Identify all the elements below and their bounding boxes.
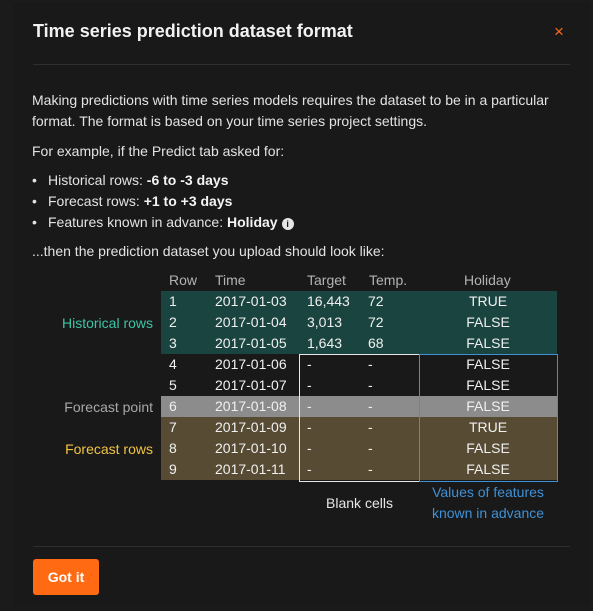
modal-title: Time series prediction dataset format [33, 21, 353, 41]
table-cell-row: 2 [169, 314, 177, 330]
header-divider [33, 64, 570, 65]
forecast-rows-label: Forecast rows [65, 441, 153, 457]
forecast-point-label: Forecast point [64, 399, 153, 415]
list-item: • Features known in advance: Holiday i [32, 212, 294, 233]
table-cell-time: 2017-01-11 [215, 461, 286, 477]
bullet-value: Holiday [227, 214, 278, 230]
table-cell-temp: 68 [368, 335, 384, 351]
table-row: 3 2017-01-05 1,643 68 FALSE [161, 333, 557, 354]
table-row: 1 2017-01-03 16,443 72 TRUE [161, 291, 557, 312]
table-cell-target: 3,013 [307, 314, 343, 330]
table-cell-holiday: TRUE [468, 293, 508, 309]
historical-rows-label: Historical rows [61, 315, 153, 331]
table-cell-row: 6 [169, 398, 177, 414]
got-it-button[interactable]: Got it [33, 559, 99, 595]
column-header-temp: Temp. [369, 272, 408, 288]
table-cell-row: 5 [169, 377, 177, 393]
table-cell-temp: 72 [368, 314, 384, 330]
table-cell-temp: 72 [368, 293, 384, 309]
table-cell-row: 9 [169, 461, 177, 477]
example-dataset-table: Row Time Target Temp. Holiday 1 2017-01-0… [13, 268, 590, 528]
table-cell-row: 8 [169, 440, 177, 456]
blank-cells-caption: Blank cells [326, 495, 393, 511]
then-text: ...then the prediction dataset you uploa… [32, 243, 385, 259]
bullet-label: Features known in advance: [48, 214, 227, 230]
footer-divider [33, 546, 570, 547]
bullet-label: Historical rows: [48, 172, 147, 188]
table-row: 2 2017-01-04 3,013 72 FALSE [161, 312, 557, 333]
column-header-target: Target [307, 272, 346, 288]
bullet-value: +1 to +3 days [143, 193, 233, 209]
blank-cells-outline [299, 354, 420, 482]
table-cell-time: 2017-01-10 [215, 440, 287, 456]
bullet-value: -6 to -3 days [146, 172, 229, 188]
info-icon[interactable]: i [281, 218, 294, 230]
dataset-format-modal: Time series prediction dataset format × … [13, 2, 590, 607]
known-in-advance-outline [419, 354, 558, 482]
column-header-time: Time [215, 272, 246, 288]
bullet-label: Forecast rows: [48, 193, 144, 209]
column-header-holiday: Holiday [464, 272, 511, 288]
table-cell-target: 1,643 [307, 335, 343, 351]
table-cell-time: 2017-01-03 [215, 293, 287, 309]
table-cell-time: 2017-01-05 [215, 335, 287, 351]
intro-paragraph: Making predictions with time series mode… [32, 92, 549, 129]
example-lead-text: For example, if the Predict tab asked fo… [32, 143, 285, 159]
table-cell-row: 4 [169, 356, 177, 372]
table-cell-time: 2017-01-08 [215, 398, 287, 414]
settings-list: • Historical rows: -6 to -3 days • Forecas… [32, 170, 294, 233]
table-cell-target: 16,443 [307, 293, 350, 309]
known-in-advance-caption-line1: Values of features [432, 484, 544, 500]
table-cell-time: 2017-01-09 [215, 419, 287, 435]
table-cell-time: 2017-01-06 [215, 356, 287, 372]
table-cell-holiday: FALSE [466, 335, 510, 351]
table-cell-time: 2017-01-07 [215, 377, 287, 393]
table-cell-time: 2017-01-04 [215, 314, 287, 330]
known-in-advance-caption-line2: known in advance [431, 505, 545, 521]
column-header-row: Row [169, 272, 198, 288]
list-item: • Historical rows: -6 to -3 days [32, 172, 229, 188]
table-cell-row: 3 [169, 335, 177, 351]
table-cell-holiday: FALSE [466, 314, 510, 330]
table-cell-row: 7 [169, 419, 177, 435]
list-item: • Forecast rows: +1 to +3 days [32, 193, 233, 209]
close-icon[interactable]: × [554, 22, 564, 42]
modal-header: Time series prediction dataset format × [13, 2, 590, 64]
table-cell-row: 1 [169, 293, 177, 309]
